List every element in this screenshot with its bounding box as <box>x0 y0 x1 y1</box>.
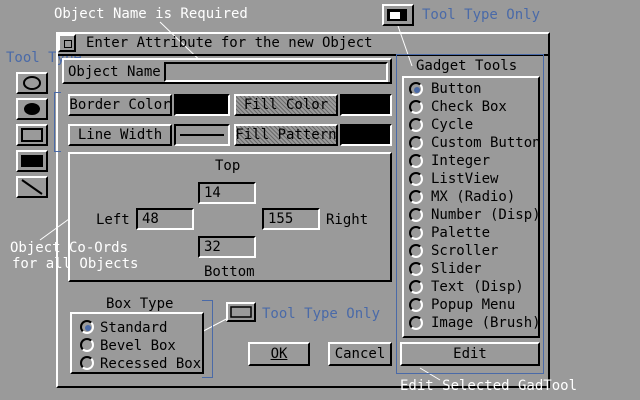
fill-pattern-swatch[interactable] <box>340 124 392 146</box>
gadget-option-label: Button <box>431 81 482 97</box>
tool-circle-outline[interactable] <box>16 72 48 94</box>
gadget-option-label: ListView <box>431 171 499 187</box>
gadget-option-listview[interactable]: ListView <box>409 170 537 188</box>
close-icon <box>64 40 72 48</box>
object-name-input[interactable] <box>164 62 388 82</box>
gadget-radio <box>409 208 423 222</box>
gadget-option-label: Popup Menu <box>431 297 516 313</box>
gadget-option-label: Text (Disp) <box>431 279 524 295</box>
gadget-radio <box>409 226 423 240</box>
gadget-option-label: Cycle <box>431 117 474 133</box>
rectangle-filled-icon <box>21 155 43 167</box>
gadget-option-cycle[interactable]: Cycle <box>409 116 537 134</box>
gadget-option-label: Check Box <box>431 99 507 115</box>
gadget-option-popup-menu[interactable]: Popup Menu <box>409 296 537 314</box>
right-label: Right <box>326 212 369 228</box>
gadget-radio <box>409 316 423 330</box>
box-type-standard-label: Standard <box>100 320 168 336</box>
annotation-coords-line2: for all Objects <box>12 256 139 272</box>
gadget-option-integer[interactable]: Integer <box>409 152 537 170</box>
gadget-radio <box>409 136 423 150</box>
tool-type-bracket-box <box>202 300 213 378</box>
tool-type-bracket-left <box>54 92 61 152</box>
gadget-radio <box>409 190 423 204</box>
top-label: Top <box>215 158 241 174</box>
gadget-radio <box>409 82 423 96</box>
edit-button[interactable]: Edit <box>400 342 540 366</box>
gadget-tools-title: Gadget Tools <box>416 58 518 74</box>
gadget-option-image-brush[interactable]: Image (Brush) <box>409 314 541 332</box>
box-type-bevel-radio[interactable] <box>80 338 94 352</box>
cancel-button[interactable]: Cancel <box>328 342 392 366</box>
gadget-option-button[interactable]: Button <box>409 80 537 98</box>
border-color-swatch[interactable] <box>174 94 230 116</box>
object-name-label: Object Name <box>68 64 161 80</box>
ok-button[interactable]: OK <box>248 342 310 366</box>
circle-filled-icon <box>24 103 40 115</box>
gadget-option-check-box[interactable]: Check Box <box>409 98 537 116</box>
tool-icon-glyph <box>387 9 407 21</box>
gadget-option-label: Palette <box>431 225 491 241</box>
rectangle-outline-icon <box>230 306 252 318</box>
tool-rectangle-outline[interactable] <box>16 124 48 146</box>
gadget-option-slider[interactable]: Slider <box>409 260 537 278</box>
right-input[interactable]: 155 <box>262 208 320 230</box>
gadget-option-label: Integer <box>431 153 491 169</box>
annotation-tool-type-only-top: Tool Type Only <box>422 7 541 23</box>
gadget-radio <box>409 172 423 186</box>
gadget-radio <box>409 100 423 114</box>
annotation-edit-selected: Edit Selected GadTool <box>400 378 578 394</box>
tool-rectangle-filled[interactable] <box>16 150 48 172</box>
box-type-standard-radio[interactable] <box>80 320 94 334</box>
box-type-recessed-label: Recessed Box <box>100 356 202 372</box>
gadget-radio <box>409 154 423 168</box>
tool-line[interactable] <box>16 176 48 198</box>
annotation-tool-type-only-mid: Tool Type Only <box>262 306 381 322</box>
gadget-option-label: MX (Radio) <box>431 189 516 205</box>
fill-color-button[interactable]: Fill Color <box>234 94 338 116</box>
gadget-radio <box>409 262 423 276</box>
gadget-option-label: Scroller <box>431 243 499 259</box>
box-type-title: Box Type <box>106 296 174 312</box>
gadget-radio <box>409 244 423 258</box>
gadget-option-mx-radio[interactable]: MX (Radio) <box>409 188 537 206</box>
gadget-radio <box>409 280 423 294</box>
gadget-option-label: Number (Disp) <box>431 207 541 223</box>
fill-color-swatch[interactable] <box>340 94 392 116</box>
gadget-option-number-disp[interactable]: Number (Disp) <box>409 206 541 224</box>
window-title: Enter Attribute for the new Object <box>86 35 373 51</box>
gadget-option-label: Custom Button <box>431 135 541 151</box>
rectangle-outline-icon <box>21 128 43 142</box>
gadget-option-palette[interactable]: Palette <box>409 224 537 242</box>
line-width-sample <box>180 134 224 136</box>
left-input[interactable]: 48 <box>136 208 194 230</box>
gadget-radio <box>409 118 423 132</box>
gadget-option-label: Image (Brush) <box>431 315 541 331</box>
annotation-object-name-required: Object Name is Required <box>54 6 248 22</box>
left-label: Left <box>96 212 130 228</box>
box-type-recessed-radio[interactable] <box>80 356 94 370</box>
tool-type-icon-mid <box>226 302 256 322</box>
gadget-radio <box>409 298 423 312</box>
bottom-label: Bottom <box>204 264 255 280</box>
gadget-option-scroller[interactable]: Scroller <box>409 242 537 260</box>
fill-pattern-button[interactable]: Fill Pattern <box>234 124 338 146</box>
top-input[interactable]: 14 <box>198 182 256 204</box>
tool-type-icon-top <box>382 4 414 26</box>
annotation-coords-line1: Object Co-Ords <box>10 240 129 256</box>
gadget-option-label: Slider <box>431 261 482 277</box>
gadget-option-custom-button[interactable]: Custom Button <box>409 134 541 152</box>
line-icon <box>21 179 43 195</box>
close-button[interactable] <box>58 34 76 52</box>
box-type-bevel-label: Bevel Box <box>100 338 176 354</box>
bottom-input[interactable]: 32 <box>198 236 256 258</box>
line-width-button[interactable]: Line Width <box>68 124 172 146</box>
line-width-preview[interactable] <box>174 124 230 146</box>
circle-outline-icon <box>23 76 41 90</box>
border-color-button[interactable]: Border Color <box>68 94 172 116</box>
tool-circle-filled[interactable] <box>16 98 48 120</box>
gadget-option-text-disp[interactable]: Text (Disp) <box>409 278 537 296</box>
